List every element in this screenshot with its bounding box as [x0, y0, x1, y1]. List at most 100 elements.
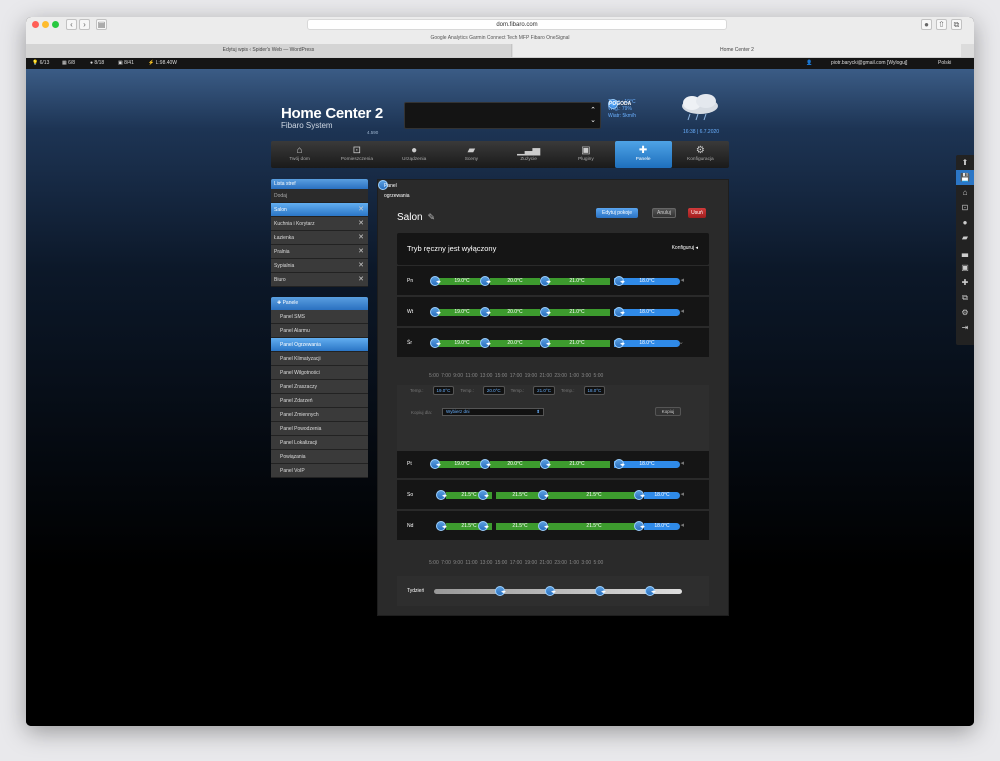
forward-button[interactable]: › [79, 19, 90, 30]
schedule-handle[interactable]: ◂▸ [480, 338, 491, 348]
delete-icon[interactable]: ✕ [358, 259, 364, 273]
panel-link[interactable]: Panel Zdarzeń [271, 394, 368, 408]
minimize-window-button[interactable] [42, 21, 49, 28]
zone-item[interactable]: Sypialnia ✕ [271, 259, 368, 273]
nav-panels[interactable]: ✚ Panele [614, 141, 672, 168]
schedule-handle[interactable]: ◂▸ [614, 338, 625, 348]
bulb-icon[interactable]: ● [956, 215, 974, 230]
expand-arrow-icon[interactable]: ◂ [680, 307, 684, 315]
panel-link[interactable]: Panel Zmiennych [271, 408, 368, 422]
temp-input-2[interactable]: 20.0°C [482, 386, 505, 395]
schedule-handle[interactable]: ◂▸ [634, 490, 645, 500]
panel-link[interactable]: Panel SMS [271, 310, 368, 324]
status-blinds[interactable]: ▦ 6/8 [62, 58, 75, 69]
schedule-bar[interactable]: 1821.5°C21.5°C21.5°C18.0°C◂▸◂▸◂▸◂▸ [430, 521, 680, 531]
tab-home-center[interactable]: Home Center 2 [513, 44, 961, 57]
panel-link[interactable]: Panel VoIP [271, 464, 368, 478]
expand-arrow-icon[interactable]: ◂ [680, 521, 684, 529]
schedule-handle[interactable]: ◂▸ [540, 459, 551, 469]
slider-handle[interactable]: ◂▸ [595, 586, 606, 596]
slider-handle[interactable]: ◂▸ [545, 586, 556, 596]
panels-icon[interactable]: ✚ [956, 275, 974, 290]
address-bar[interactable]: dom.fibaro.com [307, 19, 727, 30]
schedule-handle[interactable]: ◂▸ [478, 521, 489, 531]
delete-button[interactable]: Usuń [688, 208, 706, 218]
schedule-handle[interactable]: ◂▸ [634, 521, 645, 531]
nav-devices[interactable]: ● Urządzenia [386, 141, 443, 168]
zone-item[interactable]: Biuro ✕ [271, 273, 368, 287]
panel-link[interactable]: Panel Zraszaczy [271, 380, 368, 394]
temp-input-1[interactable]: 19.0°C [432, 386, 455, 395]
expand-arrow-icon[interactable]: ◂ [680, 276, 684, 284]
favorites-bar[interactable]: Google Analytics Garmin Connect Tech MFP… [26, 34, 974, 43]
nav-home[interactable]: ⌂ Twój dom [271, 141, 328, 168]
expand-arrow-icon[interactable]: ◂ [680, 459, 684, 467]
temp-input-4[interactable]: 18.0°C [583, 386, 606, 395]
schedule-handle[interactable]: ◂▸ [436, 490, 447, 500]
delete-icon[interactable]: ✕ [358, 217, 364, 231]
delete-icon[interactable]: ✕ [358, 245, 364, 259]
zone-item-salon[interactable]: Salon ✕ [271, 203, 368, 217]
schedule-handle[interactable]: ◂▸ [430, 307, 441, 317]
zone-add-button[interactable]: Dodaj [271, 189, 368, 203]
delete-icon[interactable]: ✕ [358, 203, 364, 217]
schedule-handle[interactable]: ◂▸ [480, 307, 491, 317]
copy-days-select[interactable]: Wybierz dni ⬍ [442, 408, 545, 416]
panel-link[interactable]: Panel Wilgotności [271, 366, 368, 380]
delete-icon[interactable]: ✕ [358, 273, 364, 287]
schedule-handle[interactable]: ◂▸ [480, 459, 491, 469]
schedule-handle[interactable]: ◂▸ [614, 459, 625, 469]
slider-handle[interactable]: ◂▸ [645, 586, 656, 596]
schedule-bar[interactable]: 19.0°C20.0°C21.0°C18.0°C◂▸◂▸◂▸◂▸ [430, 307, 680, 317]
schedule-handle[interactable]: ◂▸ [540, 338, 551, 348]
schedule-handle[interactable]: ◂▸ [436, 521, 447, 531]
back-button[interactable]: ‹ [66, 19, 77, 30]
schedule-handle[interactable]: ◂▸ [430, 459, 441, 469]
schedule-handle[interactable]: ◂▸ [480, 276, 491, 286]
schedule-handle[interactable]: ◂▸ [540, 276, 551, 286]
status-doors[interactable]: ▣ 8/41 [118, 58, 134, 69]
copy-button[interactable]: Kopiuj [655, 407, 681, 416]
schedule-bar[interactable]: 19.0°C20.0°C21.0°C18.0°C◂▸◂▸◂▸◂▸ [430, 276, 680, 286]
user-icon[interactable]: 👤 [806, 58, 812, 69]
schedule-handle[interactable]: ◂▸ [478, 490, 489, 500]
export-icon[interactable]: ⧉ [956, 290, 974, 305]
close-window-button[interactable] [32, 21, 39, 28]
slider-handle[interactable]: ◂▸ [495, 586, 506, 596]
language-link[interactable]: Polski [938, 58, 951, 69]
schedule-bar[interactable]: 19.0°C20.0°C21.0°C18.0°C◂▸◂▸◂▸◂▸ [430, 338, 680, 348]
schedule-bar[interactable]: 19.0°C20.0°C21.0°C18.0°C◂▸◂▸◂▸◂▸ [430, 459, 680, 469]
nav-configuration[interactable]: ⚙ Konfiguracja [672, 141, 729, 168]
status-devices[interactable]: ● 8/18 [90, 58, 104, 69]
zoom-window-button[interactable] [52, 21, 59, 28]
panel-link[interactable]: Panel Alarmu [271, 324, 368, 338]
pencil-icon[interactable]: ✎ [428, 212, 436, 222]
user-email[interactable]: piotr.barycki@gmail.com [Wyloguj] [831, 58, 907, 69]
gear-icon[interactable]: ⚙ [956, 305, 974, 320]
schedule-handle[interactable]: ◂▸ [538, 521, 549, 531]
panel-link[interactable]: Powiązania [271, 450, 368, 464]
panel-link[interactable]: Panel Lokalizacji [271, 436, 368, 450]
tab-wordpress[interactable]: Edytuj wpis ‹ Spider's Web — WordPress [26, 44, 512, 57]
nav-plugins[interactable]: ▣ Pluginy [557, 141, 614, 168]
schedule-handle[interactable]: ◂▸ [614, 307, 625, 317]
schedule-handle[interactable]: ◂▸ [540, 307, 551, 317]
save-icon[interactable]: 💾 [956, 170, 974, 185]
panel-link-heating[interactable]: Panel Ogrzewania [271, 338, 368, 352]
zone-item[interactable]: Łazienka ✕ [271, 231, 368, 245]
message-arrows[interactable]: ⌃ ⌄ [590, 106, 596, 126]
panel-link[interactable]: Panel Powodzenia [271, 422, 368, 436]
schedule-handle[interactable]: ◂▸ [538, 490, 549, 500]
share-icon[interactable]: ⇧ [936, 19, 947, 30]
schedule-handle[interactable]: ◂▸ [614, 276, 625, 286]
edit-rooms-button[interactable]: Edytuj pokoje [596, 208, 638, 218]
plugin-icon[interactable]: ▣ [956, 260, 974, 275]
schedule-bar[interactable]: 1821.5°C21.5°C21.5°C18.0°C◂▸◂▸◂▸◂▸ [430, 490, 680, 500]
configure-link[interactable]: Konfiguruj ◂ [672, 245, 698, 251]
status-power[interactable]: ⚡ L:98.40W [148, 58, 177, 69]
expand-arrow-icon[interactable]: ◂ [680, 490, 684, 498]
panel-link[interactable]: Panel Klimatyzacji [271, 352, 368, 366]
zone-item[interactable]: Kuchnia i Korytarz ✕ [271, 217, 368, 231]
home-icon[interactable]: ⌂ [956, 185, 974, 200]
status-lights[interactable]: 💡 6/13 [32, 58, 49, 69]
